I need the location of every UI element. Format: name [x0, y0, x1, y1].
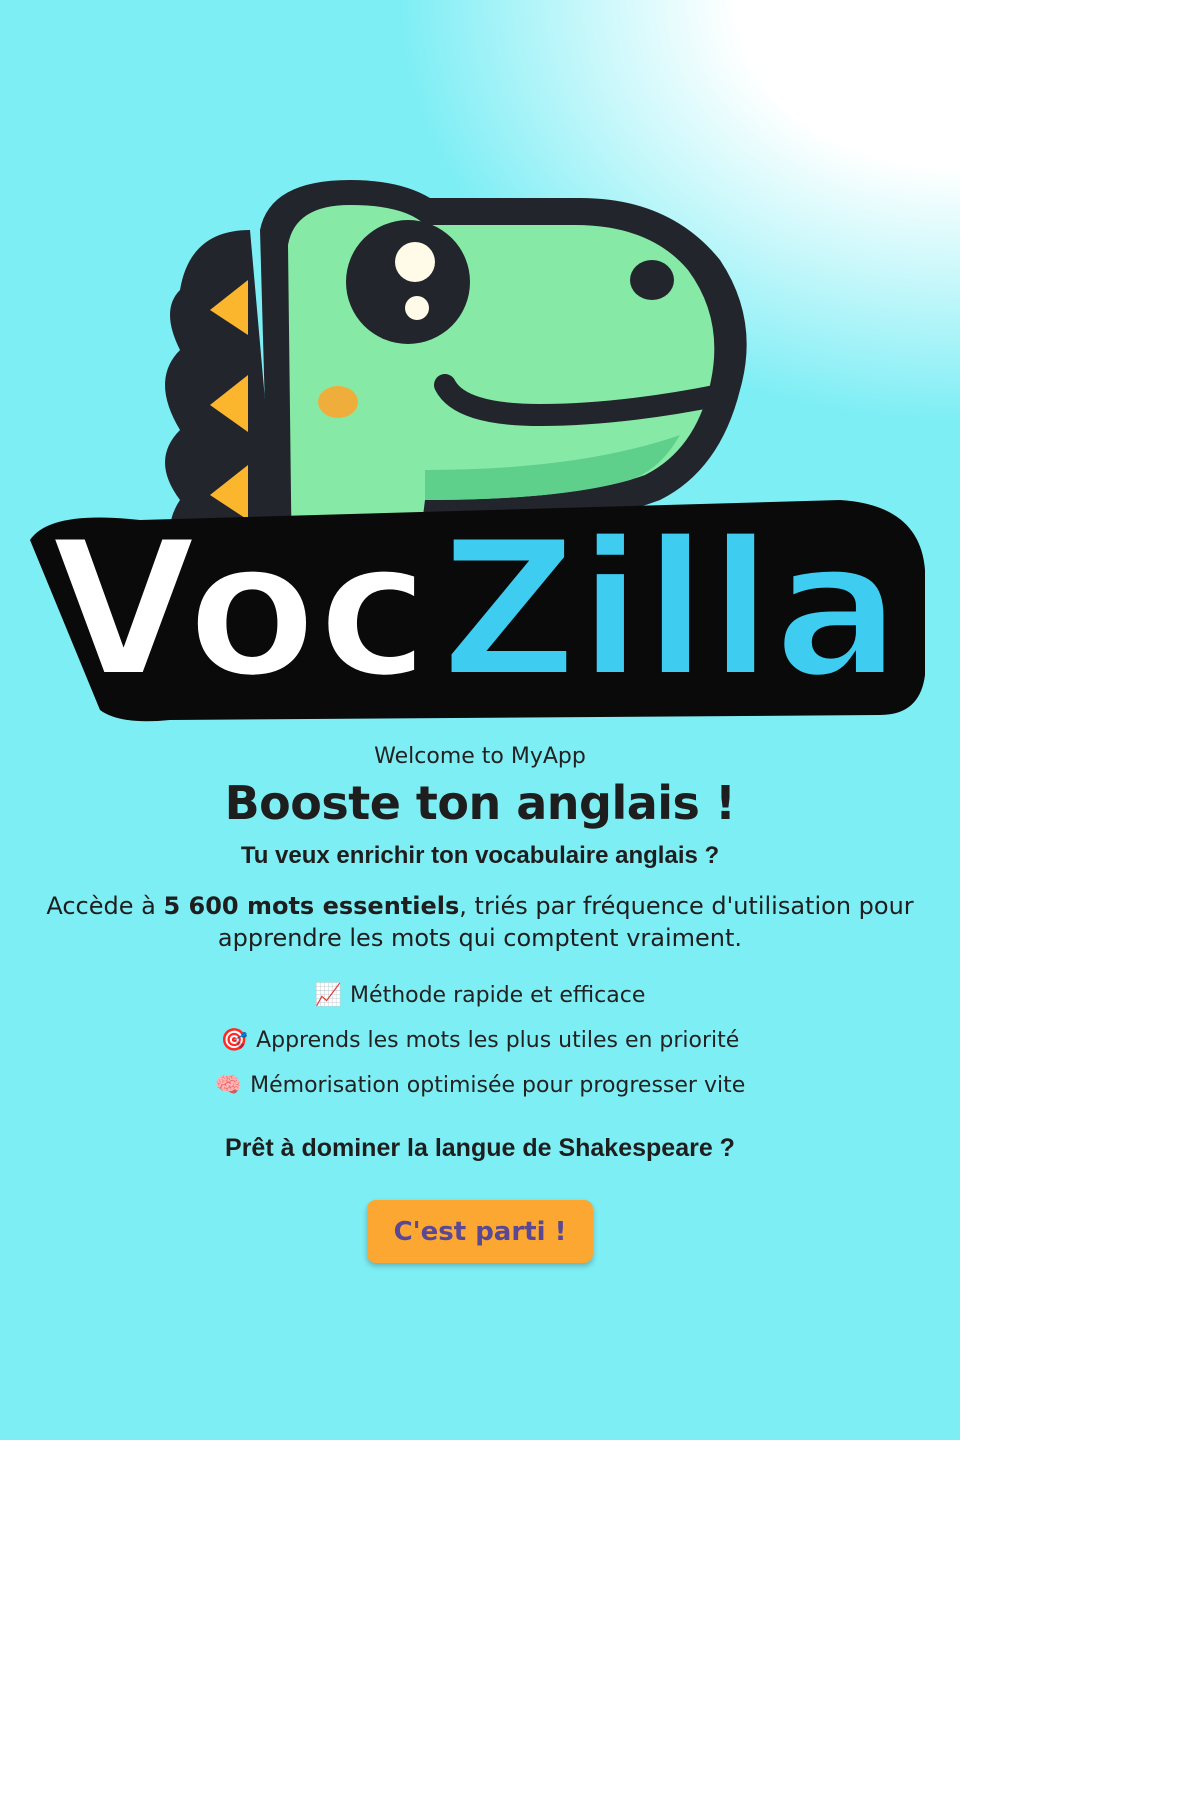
description-highlight: 5 600 mots essentiels [163, 892, 460, 920]
feature-text: Méthode rapide et efficace [350, 983, 646, 1008]
subheadline: Tu veux enrichir ton vocabulaire anglais… [240, 842, 720, 869]
welcome-screen: Voc Zilla Welcome to MyApp Booste ton an… [0, 0, 960, 1440]
welcome-text: Welcome to MyApp [374, 744, 586, 769]
target-icon: 🎯 [220, 1028, 249, 1053]
voczilla-wordmark: Voc Zilla [30, 496, 925, 723]
feature-item: 📈 Méthode rapide et efficace [0, 978, 960, 1023]
feature-list: 📈 Méthode rapide et efficace 🎯 Apprends le… [0, 978, 960, 1113]
feature-text: Mémorisation optimisée pour progresser v… [250, 1073, 746, 1098]
svg-text:Zilla: Zilla [440, 499, 901, 720]
start-button[interactable]: C'est parti ! [367, 1200, 593, 1263]
chart-increasing-icon: 📈 [314, 983, 343, 1008]
brain-icon: 🧠 [214, 1073, 243, 1098]
description-prefix: Accède à [46, 892, 164, 920]
voczilla-logo: Voc Zilla [30, 180, 925, 723]
headline: Booste ton anglais ! [224, 776, 736, 830]
feature-text: Apprends les mots les plus utiles en pri… [256, 1028, 740, 1053]
cta-question: Prêt à dominer la langue de Shakespeare … [225, 1134, 735, 1162]
description: Accède à 5 600 mots essentiels, triés pa… [0, 890, 960, 954]
feature-item: 🧠 Mémorisation optimisée pour progresser … [0, 1068, 960, 1113]
feature-item: 🎯 Apprends les mots les plus utiles en pr… [0, 1023, 960, 1068]
svg-text:Voc: Voc [50, 499, 430, 720]
